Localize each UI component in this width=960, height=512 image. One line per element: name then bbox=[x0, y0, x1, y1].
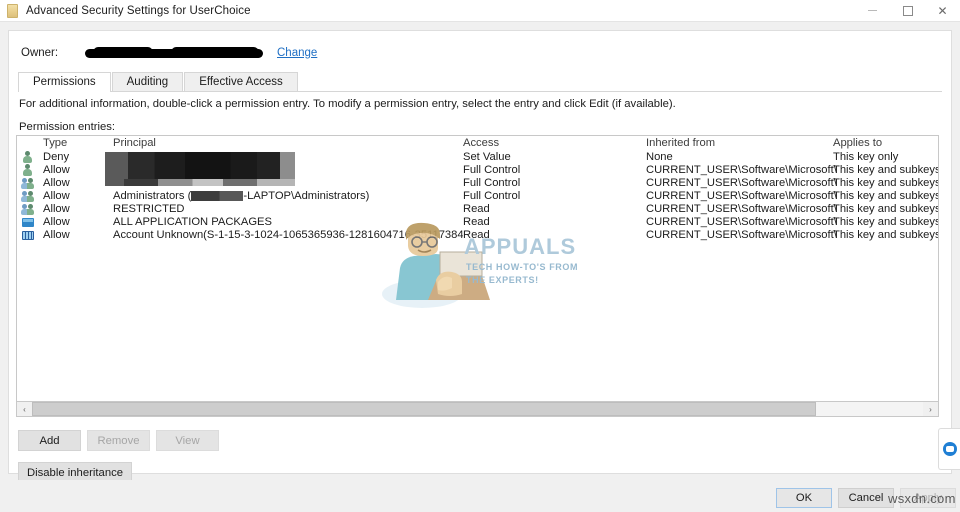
column-header-access[interactable]: Access bbox=[463, 137, 643, 149]
row-type: Allow bbox=[43, 177, 70, 189]
table-row[interactable]: Allow Account Unknown(S-1-15-3-1024-1065… bbox=[17, 229, 938, 242]
table-row[interactable]: Allow Administrators ( -LAPTOP\Administra… bbox=[17, 190, 938, 203]
row-inherited-from: CURRENT_USER\Software\Microsoft\Windo... bbox=[646, 229, 836, 241]
wsxdn-watermark: wsxdn.com bbox=[888, 491, 956, 506]
app-package-restricted-icon bbox=[21, 229, 37, 245]
row-principal: ALL APPLICATION PACKAGES bbox=[113, 216, 272, 228]
column-header-applies-to[interactable]: Applies to bbox=[833, 137, 938, 149]
scroll-right-icon[interactable]: › bbox=[923, 402, 938, 416]
tab-permissions[interactable]: Permissions bbox=[18, 72, 111, 92]
row-inherited-from: CURRENT_USER\Software\Microsoft\Windo... bbox=[646, 164, 836, 176]
row-applies-to: This key only bbox=[833, 151, 899, 163]
minimize-icon[interactable] bbox=[855, 0, 890, 21]
row-applies-to: This key and subkeys bbox=[833, 177, 939, 189]
dialog-panel: Owner: Change Permissions Auditing Effec… bbox=[8, 30, 952, 502]
row-access: Full Control bbox=[463, 164, 521, 176]
owner-row: Owner: Change bbox=[21, 46, 317, 59]
row-principal-redaction bbox=[191, 191, 244, 201]
row-inherited-from: CURRENT_USER\Software\Microsoft\Windo... bbox=[646, 203, 836, 215]
row-type: Deny bbox=[43, 151, 70, 163]
row-applies-to: This key and subkeys bbox=[833, 216, 939, 228]
row-type: Allow bbox=[43, 216, 70, 228]
row-inherited-from: CURRENT_USER\Software\Microsoft\Windo... bbox=[646, 216, 836, 228]
tab-strip: Permissions Auditing Effective Access bbox=[18, 71, 942, 92]
table-row[interactable]: Allow ALL APPLICATION PACKAGES Read CURR… bbox=[17, 216, 938, 229]
column-header-principal[interactable]: Principal bbox=[113, 137, 463, 149]
row-access: Full Control bbox=[463, 190, 521, 202]
owner-label: Owner: bbox=[21, 47, 59, 59]
list-header: Type Principal Access Inherited from App… bbox=[17, 136, 938, 151]
row-type: Allow bbox=[43, 164, 70, 176]
row-principal: Account Unknown(S-1-15-3-1024-1065365936… bbox=[113, 229, 463, 241]
close-icon[interactable]: ✕ bbox=[925, 0, 960, 21]
add-button[interactable]: Add bbox=[18, 430, 81, 451]
table-row[interactable]: Allow RESTRICTED Read CURRENT_USER\Softw… bbox=[17, 203, 938, 216]
window-controls: ✕ bbox=[855, 0, 960, 21]
maximize-icon[interactable] bbox=[890, 0, 925, 21]
row-access: Full Control bbox=[463, 177, 521, 189]
row-inherited-from: CURRENT_USER\Software\Microsoft\Windo... bbox=[646, 190, 836, 202]
blue-badge-icon bbox=[942, 442, 957, 456]
view-button: View bbox=[156, 430, 219, 451]
advanced-security-settings-dialog: Advanced Security Settings for UserChoic… bbox=[0, 0, 960, 512]
scroll-left-icon[interactable]: ‹ bbox=[17, 402, 32, 416]
row-inherited-from: CURRENT_USER\Software\Microsoft\Windo... bbox=[646, 177, 836, 189]
row-access: Read bbox=[463, 229, 490, 241]
title-bar: Advanced Security Settings for UserChoic… bbox=[0, 0, 960, 22]
window-title: Advanced Security Settings for UserChoic… bbox=[26, 4, 251, 17]
registry-key-icon bbox=[7, 3, 18, 18]
row-applies-to: This key and subkeys bbox=[833, 164, 939, 176]
dialog-footer: OK Cancel Apply bbox=[0, 480, 960, 512]
cancel-button[interactable]: Cancel bbox=[838, 488, 894, 508]
scrollbar-thumb[interactable] bbox=[32, 402, 817, 416]
tab-auditing[interactable]: Auditing bbox=[111, 72, 184, 91]
row-type: Allow bbox=[43, 229, 70, 241]
row-type: Allow bbox=[43, 203, 70, 215]
row-inherited-from: None bbox=[646, 151, 673, 163]
row-applies-to: This key and subkeys bbox=[833, 203, 939, 215]
row-principal-prefix: Administrators ( bbox=[113, 190, 192, 202]
row-access: Read bbox=[463, 216, 490, 228]
owner-value-redacted bbox=[85, 46, 263, 58]
list-rows: Deny Set Value None This key only Allow … bbox=[17, 151, 938, 242]
permission-entries-list[interactable]: Type Principal Access Inherited from App… bbox=[16, 135, 939, 402]
scrollbar-track[interactable] bbox=[32, 402, 923, 416]
row-applies-to: This key and subkeys bbox=[833, 229, 939, 241]
row-access: Read bbox=[463, 203, 490, 215]
row-applies-to: This key and subkeys bbox=[833, 190, 939, 202]
column-header-type[interactable]: Type bbox=[43, 137, 113, 149]
row-type: Allow bbox=[43, 190, 70, 202]
ok-button[interactable]: OK bbox=[776, 488, 832, 508]
principal-redaction-block bbox=[105, 152, 295, 186]
row-principal-suffix: -LAPTOP\Administrators) bbox=[243, 190, 370, 202]
tab-effective-access[interactable]: Effective Access bbox=[184, 72, 298, 91]
horizontal-scrollbar[interactable]: ‹ › bbox=[16, 402, 939, 417]
change-owner-link[interactable]: Change bbox=[277, 47, 317, 59]
info-text: For additional information, double-click… bbox=[19, 98, 676, 110]
row-access: Set Value bbox=[463, 151, 511, 163]
remove-button: Remove bbox=[87, 430, 150, 451]
row-principal: RESTRICTED bbox=[113, 203, 185, 215]
edge-widget[interactable] bbox=[938, 428, 960, 470]
column-header-inherited-from[interactable]: Inherited from bbox=[646, 137, 836, 149]
permission-entries-label: Permission entries: bbox=[19, 121, 116, 133]
row-principal: Administrators ( -LAPTOP\Administrators) bbox=[113, 190, 463, 202]
